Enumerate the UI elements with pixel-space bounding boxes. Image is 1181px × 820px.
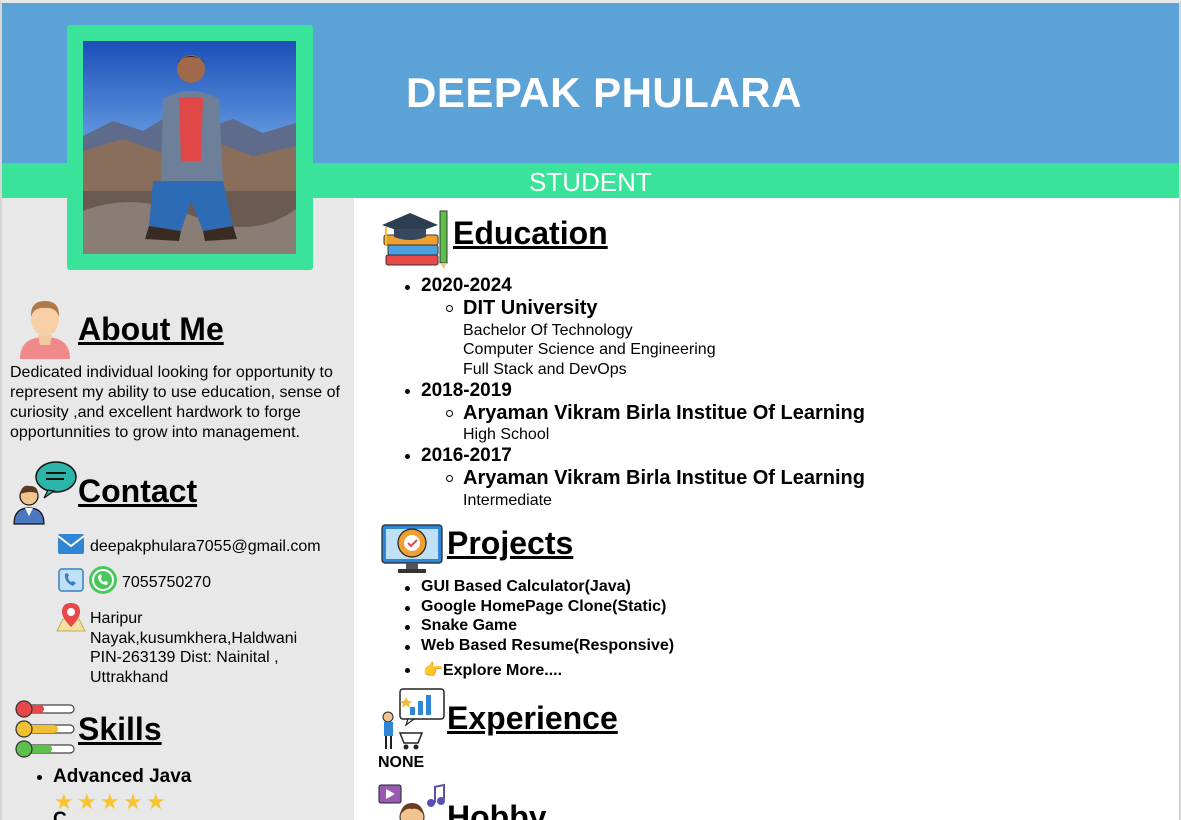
projects-monitor-icon: [380, 513, 444, 580]
edu-detail: High School: [463, 426, 550, 443]
explore-more-label: Explore More....: [442, 662, 563, 679]
explore-more-link[interactable]: 👉Explore More....: [423, 660, 562, 680]
star-icon: ★: [100, 789, 120, 814]
address-line-1: Haripur: [90, 610, 143, 627]
education-books-icon: [378, 205, 450, 274]
project-link[interactable]: GUI Based Calculator(Java): [421, 578, 631, 596]
avatar-photo: [83, 41, 296, 254]
project-link[interactable]: Snake Game: [421, 617, 517, 635]
bullet: [37, 775, 42, 780]
person-role: STUDENT: [529, 167, 652, 197]
edu-school: Aryaman Vikram Birla Institue Of Learnin…: [463, 467, 865, 489]
education-title: Education: [453, 215, 608, 251]
star-icon: ★: [146, 789, 166, 814]
sub-bullet: [446, 305, 453, 312]
hobby-title: Hobby: [447, 799, 547, 820]
bullet: [405, 625, 410, 630]
edu-detail: Intermediate: [463, 492, 552, 509]
bullet: [405, 606, 410, 611]
address-line-4: Uttrakhand: [90, 669, 169, 686]
star-icon: ★: [123, 789, 143, 814]
bullet: [405, 285, 410, 290]
address-line-3: PIN-263139 Dist: Nainital ,: [90, 649, 279, 666]
sub-bullet: [446, 410, 453, 417]
skills-title: Skills: [78, 711, 162, 747]
edu-school: Aryaman Vikram Birla Institue Of Learnin…: [463, 402, 865, 424]
hobby-music-icon: [378, 781, 446, 820]
bullet: [405, 454, 410, 459]
person-icon: [16, 295, 74, 364]
bullet: [405, 645, 410, 650]
edu-detail: Bachelor Of Technology: [463, 322, 633, 339]
phone-text[interactable]: 7055750270: [122, 573, 211, 593]
experience-value: NONE: [378, 754, 425, 771]
resume-page: DEEPAK PHULARA STUDENT About Me Dedicate…: [0, 0, 1181, 820]
edu-detail: Computer Science and Engineering: [463, 341, 716, 358]
email-icon[interactable]: [57, 532, 85, 559]
address-line-2: Nayak,kusumkhera,Haldwani: [90, 630, 298, 647]
project-link[interactable]: Web Based Resume(Responsive): [421, 637, 674, 655]
profile-photo-frame: [67, 25, 313, 270]
edu-years: 2016-2017: [421, 445, 512, 466]
email-text[interactable]: deepakphulara7055@gmail.com: [90, 537, 321, 557]
star-icon: ★: [77, 789, 97, 814]
person-name: DEEPAK PHULARA: [406, 69, 802, 116]
contact-title: Contact: [78, 473, 198, 509]
contact-chat-icon: [12, 460, 78, 531]
edu-school: DIT University: [463, 297, 598, 319]
about-title: About Me: [78, 311, 224, 347]
bullet: [405, 389, 410, 394]
projects-title: Projects: [447, 525, 574, 561]
pointing-hand-icon: 👉: [423, 662, 443, 679]
about-text: Dedicated individual looking for opportu…: [10, 364, 340, 441]
skill-name: Advanced Java: [53, 766, 192, 787]
sub-bullet: [446, 475, 453, 482]
edu-detail: Full Stack and DevOps: [463, 361, 627, 378]
phone-icon[interactable]: [58, 568, 84, 597]
experience-chart-icon: [378, 687, 446, 756]
bullet: [405, 668, 410, 673]
skill-name: C: [53, 809, 67, 820]
skills-sliders-icon: [12, 697, 78, 768]
experience-title: Experience: [447, 700, 618, 736]
edu-years: 2018-2019: [421, 380, 512, 401]
project-link[interactable]: Google HomePage Clone(Static): [421, 598, 666, 616]
whatsapp-icon[interactable]: [88, 565, 118, 600]
location-pin-icon: [55, 601, 87, 638]
edu-years: 2020-2024: [421, 275, 512, 296]
bullet: [405, 586, 410, 591]
